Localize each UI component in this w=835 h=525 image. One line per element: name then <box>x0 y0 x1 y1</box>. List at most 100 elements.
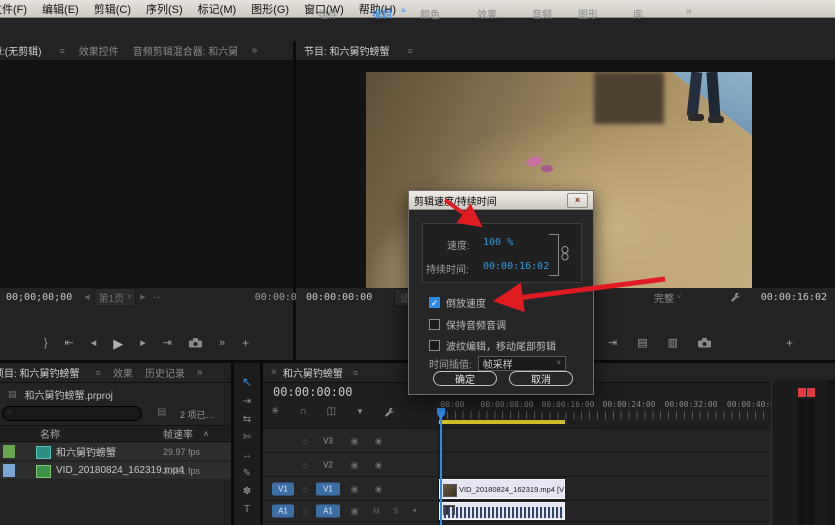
menu-clip[interactable]: 剪辑(C) <box>92 1 133 17</box>
step-forward-icon[interactable]: ▸ <box>140 338 146 349</box>
workspace-tab-audio[interactable]: 音频 <box>532 6 552 21</box>
menu-edit[interactable]: 编辑(E) <box>40 1 81 17</box>
workspace-tab-libraries[interactable]: 库 <box>633 6 643 21</box>
tab-audio-mixer[interactable]: 音频剪辑混合器: 和六舅钓螃蟹 <box>133 43 238 58</box>
project-tabs-overflow-icon[interactable]: » <box>197 367 203 378</box>
export-frame-icon[interactable] <box>698 338 711 348</box>
voiceover-mic-icon[interactable]: ● <box>413 508 417 514</box>
maintain-pitch-checkbox[interactable] <box>429 319 440 330</box>
sync-lock-icon[interactable]: ▣ <box>351 507 359 516</box>
column-framerate[interactable]: 帧速率 <box>163 426 193 441</box>
reverse-speed-checkbox[interactable]: ✓ <box>429 297 440 308</box>
playhead-line[interactable] <box>440 417 442 525</box>
ripple-edit-row[interactable]: 波纹编辑，移动尾部剪辑 <box>429 338 556 353</box>
project-row-clip[interactable]: VID_20180824_162319.mp4 30.01 fps <box>0 462 231 479</box>
speed-duration-link-icon[interactable] <box>561 246 569 261</box>
solo-button[interactable]: S <box>393 507 398 516</box>
menu-sequence[interactable]: 序列(S) <box>144 1 185 17</box>
menu-markers[interactable]: 标记(M) <box>196 1 239 17</box>
monitor-settings-wrench-icon[interactable] <box>730 292 740 302</box>
ripple-edit-tool-icon[interactable]: ⇆ <box>243 415 251 425</box>
close-panel-icon[interactable]: × <box>271 368 277 378</box>
duration-value[interactable]: 00:00:16:02 <box>483 261 549 272</box>
razor-tool-icon[interactable]: ✄ <box>243 433 251 443</box>
nest-toggle-icon[interactable]: ✳ <box>271 407 279 417</box>
go-to-out-icon[interactable]: ⇥ <box>608 338 617 349</box>
tab-timeline-sequence[interactable]: 和六舅钓螃蟹 <box>283 365 343 380</box>
timeline-scrollbar[interactable] <box>828 380 835 525</box>
go-to-out-icon[interactable]: ⇥ <box>163 338 172 349</box>
search-input[interactable] <box>2 406 142 421</box>
add-marker-icon[interactable]: ▼ <box>356 408 364 416</box>
workspace-tab-color[interactable]: 颜色 <box>420 6 440 21</box>
source-patch-v1[interactable]: V1 <box>272 482 294 495</box>
snap-icon[interactable]: ∩ <box>299 407 306 417</box>
tab-effect-controls[interactable]: 效果控件 <box>79 43 119 58</box>
lock-icon[interactable]: ⌂ <box>303 484 308 493</box>
track-name-a1[interactable]: A1 <box>316 505 340 518</box>
playback-resolution-select[interactable]: 完整 <box>654 290 674 305</box>
mark-out-icon[interactable]: } <box>44 338 48 349</box>
page-caret-icon[interactable]: ˅ <box>127 294 131 301</box>
audio-meter-clip-indicator-left[interactable] <box>798 388 806 397</box>
workspace-overflow-icon[interactable]: » <box>686 6 692 17</box>
time-interpolation-select[interactable]: 帧采样 ˅ <box>478 356 566 371</box>
menu-file[interactable]: 文件(F) <box>0 1 29 17</box>
timeline-ruler[interactable]: :00:00 00:00:08:00 00:00:16:00 00:00:24:… <box>438 400 771 425</box>
button-editor-icon[interactable]: + <box>242 337 249 349</box>
menu-graphics[interactable]: 图形(G) <box>249 1 291 17</box>
tab-program-monitor[interactable]: 节目: 和六舅钓螃蟹 <box>304 43 390 58</box>
sync-lock-icon[interactable]: ▣ <box>351 484 359 493</box>
prev-page-icon[interactable]: ◀ <box>84 294 89 301</box>
track-output-eye-icon[interactable]: ◉ <box>375 460 382 469</box>
type-tool-icon[interactable]: T <box>244 505 250 515</box>
panel-menu-icon[interactable]: ≡ <box>96 368 101 378</box>
hand-tool-icon[interactable]: ✽ <box>243 487 251 497</box>
video-clip[interactable]: VID_20180824_162319.mp4 [V] <box>439 479 565 499</box>
workspace-tab-assembly[interactable]: 组件 <box>318 6 338 21</box>
linked-selection-icon[interactable]: ◫ <box>327 407 336 417</box>
panel-menu-icon[interactable]: ≡ <box>408 46 413 56</box>
lift-icon[interactable]: ▤ <box>637 338 647 349</box>
maintain-pitch-row[interactable]: 保持音频音调 <box>429 317 506 332</box>
audio-clip[interactable] <box>439 502 565 520</box>
tab-history[interactable]: 历史记录 <box>145 365 185 380</box>
sync-lock-icon[interactable]: ▣ <box>351 436 359 445</box>
item-name[interactable]: 和六舅钓螃蟹 <box>56 444 116 459</box>
label-color-chip[interactable] <box>3 464 15 477</box>
next-page-icon[interactable]: ▶ <box>140 294 145 301</box>
lock-icon[interactable]: ⌂ <box>303 436 308 445</box>
mute-button[interactable]: M <box>373 507 380 516</box>
track-select-tool-icon[interactable]: ⇥ <box>243 397 251 407</box>
button-editor-icon[interactable]: + <box>786 337 793 349</box>
lock-icon[interactable]: ⌂ <box>303 507 308 516</box>
list-view-icon[interactable]: ▤ <box>157 408 166 418</box>
ripple-edit-checkbox[interactable] <box>429 340 440 351</box>
work-area-bar[interactable] <box>439 420 565 424</box>
track-name-v3[interactable]: V3 <box>316 434 340 447</box>
speed-value[interactable]: 100 % <box>483 237 513 248</box>
track-name-v2[interactable]: V2 <box>316 458 340 471</box>
track-name-v1[interactable]: V1 <box>316 482 340 495</box>
panel-menu-icon[interactable]: ≡ <box>59 46 64 56</box>
workspace-tab-graphics[interactable]: 图形 <box>578 6 598 21</box>
column-name[interactable]: 名称 <box>40 426 60 441</box>
project-file-name[interactable]: 和六舅钓螃蟹.prproj <box>25 387 113 402</box>
ok-button[interactable]: 确定 <box>433 371 497 386</box>
lock-icon[interactable]: ⌂ <box>303 460 308 469</box>
dialog-close-icon[interactable]: × <box>567 193 588 208</box>
pen-tool-icon[interactable]: ✎ <box>243 469 251 479</box>
source-tabs-overflow-icon[interactable]: » <box>252 45 258 56</box>
workspace-tab-effects[interactable]: 效果 <box>477 6 497 21</box>
go-to-in-icon[interactable]: ⇤ <box>65 338 74 349</box>
timeline-timecode[interactable]: 00:00:00:00 <box>273 385 352 399</box>
audio-meter-clip-indicator-right[interactable] <box>807 388 815 397</box>
tab-project[interactable]: 项目: 和六舅钓螃蟹 <box>0 365 80 380</box>
track-output-eye-icon[interactable]: ◉ <box>375 484 382 493</box>
panel-menu-icon[interactable]: ≡ <box>353 368 358 378</box>
tab-source-monitor[interactable]: 源:(无剪辑) <box>0 43 41 58</box>
sync-lock-icon[interactable]: ▣ <box>351 460 359 469</box>
swap-icon[interactable]: ↔ <box>152 292 162 302</box>
sort-ascending-icon[interactable]: ∧ <box>203 430 209 438</box>
play-icon[interactable]: ▶ <box>113 337 123 350</box>
